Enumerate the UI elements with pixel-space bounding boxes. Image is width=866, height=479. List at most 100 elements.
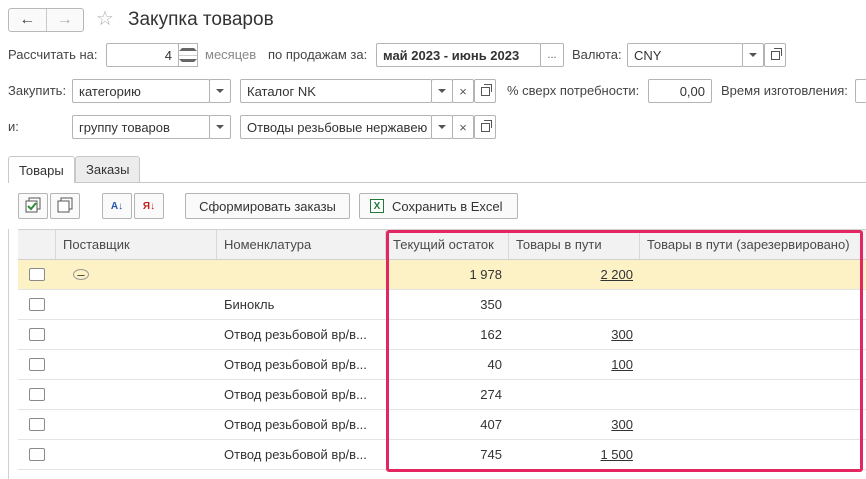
table-row[interactable]: Отвод резьбовой вр/в... 40 100: [18, 350, 866, 380]
transit-link[interactable]: 300: [611, 417, 633, 432]
check-all-button[interactable]: [18, 193, 48, 219]
chevron-down-icon: [216, 89, 224, 93]
create-orders-button[interactable]: Сформировать заказы: [185, 193, 350, 219]
percent-input[interactable]: 0,00: [648, 79, 712, 103]
open-icon: [480, 119, 492, 132]
tab-goods[interactable]: Товары: [8, 156, 75, 183]
uncheck-all-button[interactable]: [50, 193, 80, 219]
supplier-cell: [56, 350, 217, 379]
item-cell: Бинокль: [224, 297, 275, 312]
open-icon: [480, 83, 492, 96]
item-cell: Отвод резьбовой вр/в...: [224, 357, 367, 372]
currency-label: Валюта:: [572, 47, 622, 62]
currency-field[interactable]: CNY: [627, 43, 743, 67]
chevron-down-icon: [438, 125, 446, 129]
table-row[interactable]: Отвод резьбовой вр/в... 407 300: [18, 410, 866, 440]
open-icon: [770, 47, 782, 60]
transit-link[interactable]: 300: [611, 327, 633, 342]
currency-dropdown[interactable]: [742, 43, 764, 67]
row-checkbox[interactable]: [29, 418, 45, 431]
arrow-left-icon[interactable]: ←: [9, 9, 46, 31]
catalog-open-button[interactable]: [474, 79, 496, 103]
row-checkbox[interactable]: [29, 268, 45, 281]
group-clear-button[interactable]: ×: [452, 115, 474, 139]
stock-cell: 350: [480, 297, 502, 312]
supplier-cell: [56, 380, 217, 409]
catalog-field[interactable]: Каталог NK: [240, 79, 432, 103]
months-unit-label: месяцев: [205, 47, 257, 62]
save-excel-button[interactable]: X Сохранить в Excel: [359, 193, 518, 219]
item-cell: Отвод резьбовой вр/в...: [224, 417, 367, 432]
and-label: и:: [8, 119, 19, 134]
supplier-cell: [56, 440, 217, 469]
table-row[interactable]: Отвод резьбовой вр/в... 162 300: [18, 320, 866, 350]
group-open-button[interactable]: [474, 115, 496, 139]
table-row[interactable]: Отвод резьбовой вр/в... 274: [18, 380, 866, 410]
and-type-dropdown[interactable]: [209, 115, 231, 139]
page-title: Закупка товаров: [128, 9, 274, 30]
sort-asc-icon: А↓: [110, 200, 124, 212]
stepper-up-icon[interactable]: [179, 44, 197, 55]
chevron-down-icon: [216, 125, 224, 129]
period-field[interactable]: май 2023 - июнь 2023: [376, 43, 541, 67]
sort-desc-button[interactable]: Я↓: [134, 193, 164, 219]
stock-cell: 162: [480, 327, 502, 342]
header-supplier[interactable]: Поставщик: [56, 230, 217, 259]
row-checkbox[interactable]: [29, 298, 45, 311]
item-cell: Отвод резьбовой вр/в...: [224, 387, 367, 402]
supplier-cell: [56, 290, 217, 319]
transit-link[interactable]: 1 500: [600, 447, 633, 462]
row-checkbox[interactable]: [29, 448, 45, 461]
header-transit-reserved[interactable]: Товары в пути (зарезервировано): [640, 230, 866, 259]
grid-left-border: [8, 229, 9, 479]
months-stepper[interactable]: [178, 43, 198, 67]
transit-link[interactable]: 100: [611, 357, 633, 372]
stepper-down-icon[interactable]: [179, 54, 197, 67]
tab-divider: [8, 182, 866, 183]
transit-link[interactable]: 2 200: [600, 267, 633, 282]
stock-cell: 274: [480, 387, 502, 402]
check-all-icon: [25, 197, 41, 213]
header-item[interactable]: Номенклатура: [217, 230, 386, 259]
table-group-row[interactable]: – 1 978 2 200: [18, 260, 866, 290]
collapse-icon[interactable]: –: [73, 269, 89, 280]
months-input[interactable]: 4: [106, 43, 179, 67]
manufacture-label: Время изготовления:: [721, 83, 848, 98]
group-dropdown[interactable]: [431, 115, 453, 139]
table-header: Поставщик Номенклатура Текущий остаток Т…: [18, 229, 866, 260]
period-select-button[interactable]: ...: [540, 43, 564, 67]
copy-icon: [57, 197, 73, 213]
stock-cell: 407: [480, 417, 502, 432]
sort-desc-icon: Я↓: [142, 200, 156, 212]
group-field[interactable]: Отводы резьбовые нержавею: [240, 115, 432, 139]
manufacture-input[interactable]: [855, 79, 866, 103]
currency-open-button[interactable]: [764, 43, 786, 67]
catalog-clear-button[interactable]: ×: [452, 79, 474, 103]
row-checkbox[interactable]: [29, 388, 45, 401]
purchase-type-field[interactable]: категорию: [72, 79, 210, 103]
row-checkbox[interactable]: [29, 328, 45, 341]
tab-orders[interactable]: Заказы: [75, 156, 141, 182]
save-excel-label: Сохранить в Excel: [392, 198, 503, 214]
navigation-buttons: ← →: [8, 8, 84, 32]
stock-cell: 1 978: [469, 267, 502, 282]
purchase-type-dropdown[interactable]: [209, 79, 231, 103]
excel-icon: X: [370, 199, 384, 213]
sales-label: по продажам за:: [268, 47, 368, 62]
header-transit[interactable]: Товары в пути: [509, 230, 640, 259]
table-row[interactable]: Отвод резьбовой вр/в... 745 1 500: [18, 440, 866, 470]
purchase-label: Закупить:: [8, 83, 67, 98]
row-checkbox[interactable]: [29, 358, 45, 371]
arrow-right-icon[interactable]: →: [45, 9, 84, 31]
and-type-field[interactable]: группу товаров: [72, 115, 210, 139]
chevron-down-icon: [749, 53, 757, 57]
goods-table: Поставщик Номенклатура Текущий остаток Т…: [18, 229, 866, 470]
star-icon[interactable]: ☆: [96, 6, 114, 31]
catalog-dropdown[interactable]: [431, 79, 453, 103]
close-icon: ×: [459, 119, 467, 135]
supplier-cell: [56, 410, 217, 439]
header-stock[interactable]: Текущий остаток: [386, 230, 509, 259]
sort-asc-button[interactable]: А↓: [102, 193, 132, 219]
table-row[interactable]: Бинокль 350: [18, 290, 866, 320]
stock-cell: 745: [480, 447, 502, 462]
